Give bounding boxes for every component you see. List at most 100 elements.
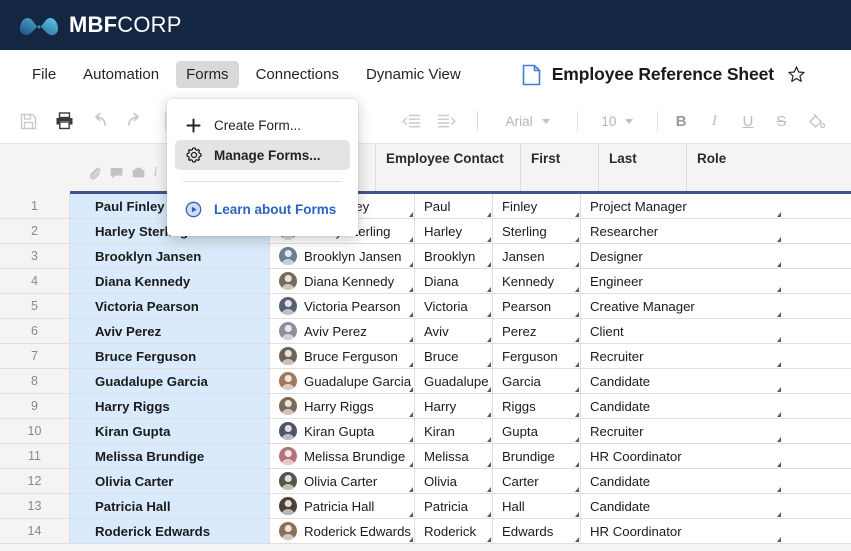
cell-contact[interactable]: Victoria Pearson bbox=[270, 294, 415, 318]
table-row[interactable]: 8 Guadalupe Garcia Guadalupe Garcia Guadalu… bbox=[0, 369, 851, 394]
row-number[interactable]: 1 bbox=[0, 194, 70, 218]
vertical-scrollbar[interactable] bbox=[845, 144, 851, 551]
cell-dropdown-handle[interactable] bbox=[575, 312, 579, 317]
cell-dropdown-handle[interactable] bbox=[409, 237, 413, 242]
cell-dropdown-handle[interactable] bbox=[409, 387, 413, 392]
cell-dropdown-handle[interactable] bbox=[575, 287, 579, 292]
cell-dropdown-handle[interactable] bbox=[575, 487, 579, 492]
cell-dropdown-handle[interactable] bbox=[487, 212, 491, 217]
cell-role[interactable]: Engineer bbox=[581, 269, 782, 293]
column-header-role[interactable]: Role bbox=[686, 144, 851, 191]
menu-item-learn-about-forms[interactable]: Learn about Forms bbox=[175, 194, 350, 224]
cell-dropdown-handle[interactable] bbox=[777, 337, 781, 342]
cell-first[interactable]: Harry bbox=[415, 394, 493, 418]
cell-dropdown-handle[interactable] bbox=[409, 512, 413, 517]
row-number[interactable]: 11 bbox=[0, 444, 70, 468]
cell-last[interactable]: Garcia bbox=[493, 369, 581, 393]
star-outline-icon[interactable] bbox=[787, 65, 806, 84]
row-number[interactable]: 6 bbox=[0, 319, 70, 343]
cell-last[interactable]: Pearson bbox=[493, 294, 581, 318]
cell-first[interactable]: Brooklyn bbox=[415, 244, 493, 268]
cell-role[interactable]: Researcher bbox=[581, 219, 782, 243]
cell-dropdown-handle[interactable] bbox=[487, 487, 491, 492]
cell-dropdown-handle[interactable] bbox=[777, 537, 781, 542]
cell-dropdown-handle[interactable] bbox=[575, 462, 579, 467]
cell-dropdown-handle[interactable] bbox=[409, 337, 413, 342]
cell-name[interactable]: Bruce Ferguson bbox=[70, 344, 270, 368]
row-number[interactable]: 8 bbox=[0, 369, 70, 393]
table-row[interactable]: 14 Roderick Edwards Roderick Edwards Roderi… bbox=[0, 519, 851, 544]
cell-last[interactable]: Hall bbox=[493, 494, 581, 518]
cell-contact[interactable]: Kiran Gupta bbox=[270, 419, 415, 443]
cell-name[interactable]: Olivia Carter bbox=[70, 469, 270, 493]
cell-dropdown-handle[interactable] bbox=[777, 387, 781, 392]
cell-first[interactable]: Paul bbox=[415, 194, 493, 218]
cell-last[interactable]: Jansen bbox=[493, 244, 581, 268]
cell-first[interactable]: Aviv bbox=[415, 319, 493, 343]
cell-name[interactable]: Diana Kennedy bbox=[70, 269, 270, 293]
table-row[interactable]: 2Harley SterlingHarley SterlingHarleySte… bbox=[0, 219, 851, 244]
cell-dropdown-handle[interactable] bbox=[575, 387, 579, 392]
table-row[interactable]: 3 Brooklyn Jansen Brooklyn Jansen Brooklyn J… bbox=[0, 244, 851, 269]
cell-last[interactable]: Edwards bbox=[493, 519, 581, 543]
cell-contact[interactable]: Aviv Perez bbox=[270, 319, 415, 343]
cell-dropdown-handle[interactable] bbox=[777, 212, 781, 217]
table-row[interactable]: 12 Olivia Carter Olivia Carter Olivia Carter… bbox=[0, 469, 851, 494]
cell-first[interactable]: Roderick bbox=[415, 519, 493, 543]
cell-dropdown-handle[interactable] bbox=[777, 262, 781, 267]
cell-dropdown-handle[interactable] bbox=[487, 512, 491, 517]
undo-button[interactable] bbox=[85, 106, 114, 136]
cell-role[interactable]: Creative Manager bbox=[581, 294, 782, 318]
cell-dropdown-handle[interactable] bbox=[487, 262, 491, 267]
cell-first[interactable]: Guadalupe bbox=[415, 369, 493, 393]
cell-first[interactable]: Harley bbox=[415, 219, 493, 243]
cell-contact[interactable]: Melissa Brundige bbox=[270, 444, 415, 468]
cell-name[interactable]: Guadalupe Garcia bbox=[70, 369, 270, 393]
cell-contact[interactable]: Guadalupe Garcia bbox=[270, 369, 415, 393]
cell-dropdown-handle[interactable] bbox=[487, 387, 491, 392]
cell-dropdown-handle[interactable] bbox=[409, 362, 413, 367]
cell-first[interactable]: Victoria bbox=[415, 294, 493, 318]
cell-role[interactable]: Designer bbox=[581, 244, 782, 268]
cell-name[interactable]: Brooklyn Jansen bbox=[70, 244, 270, 268]
row-number[interactable]: 7 bbox=[0, 344, 70, 368]
table-row[interactable]: 4 Diana Kennedy Diana Kennedy Diana Kennedy E… bbox=[0, 269, 851, 294]
cell-role[interactable]: Candidate bbox=[581, 394, 782, 418]
cell-dropdown-handle[interactable] bbox=[575, 412, 579, 417]
table-row[interactable]: 1Paul FinleyPaul FinleyPaulFinleyProject… bbox=[0, 194, 851, 219]
cell-dropdown-handle[interactable] bbox=[777, 287, 781, 292]
cell-role[interactable]: Recruiter bbox=[581, 344, 782, 368]
cell-role[interactable]: Candidate bbox=[581, 494, 782, 518]
cell-dropdown-handle[interactable] bbox=[575, 437, 579, 442]
cell-last[interactable]: Finley bbox=[493, 194, 581, 218]
archive-icon[interactable] bbox=[132, 167, 145, 179]
menu-item-connections[interactable]: Connections bbox=[246, 61, 349, 88]
cell-role[interactable]: HR Coordinator bbox=[581, 444, 782, 468]
cell-dropdown-handle[interactable] bbox=[409, 262, 413, 267]
cell-name[interactable]: Kiran Gupta bbox=[70, 419, 270, 443]
fill-color-button[interactable] bbox=[802, 106, 831, 136]
cell-dropdown-handle[interactable] bbox=[777, 487, 781, 492]
underline-button[interactable]: U bbox=[735, 113, 761, 130]
row-number[interactable]: 3 bbox=[0, 244, 70, 268]
column-header-first[interactable]: First bbox=[520, 144, 598, 191]
cell-first[interactable]: Melissa bbox=[415, 444, 493, 468]
cell-first[interactable]: Patricia bbox=[415, 494, 493, 518]
cell-name[interactable]: Melissa Brundige bbox=[70, 444, 270, 468]
cell-name[interactable]: Harry Riggs bbox=[70, 394, 270, 418]
menu-item-dynamic-view[interactable]: Dynamic View bbox=[356, 61, 471, 88]
cell-dropdown-handle[interactable] bbox=[409, 312, 413, 317]
cell-role[interactable]: Project Manager bbox=[581, 194, 782, 218]
cell-dropdown-handle[interactable] bbox=[777, 462, 781, 467]
cell-contact[interactable]: Bruce Ferguson bbox=[270, 344, 415, 368]
cell-last[interactable]: Kennedy bbox=[493, 269, 581, 293]
cell-dropdown-handle[interactable] bbox=[575, 212, 579, 217]
cell-dropdown-handle[interactable] bbox=[409, 437, 413, 442]
row-number[interactable]: 13 bbox=[0, 494, 70, 518]
strikethrough-button[interactable]: S bbox=[768, 113, 794, 130]
cell-dropdown-handle[interactable] bbox=[487, 237, 491, 242]
cell-dropdown-handle[interactable] bbox=[575, 512, 579, 517]
cell-dropdown-handle[interactable] bbox=[575, 537, 579, 542]
italic-button[interactable]: I bbox=[701, 113, 727, 130]
cell-name[interactable]: Roderick Edwards bbox=[70, 519, 270, 543]
